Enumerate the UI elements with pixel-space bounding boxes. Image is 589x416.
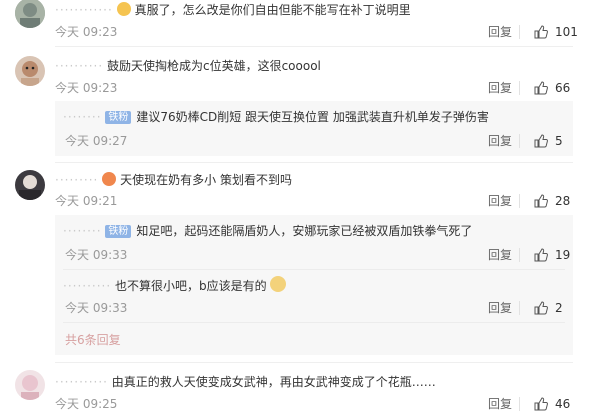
divider: [519, 301, 520, 315]
username[interactable]: ········: [63, 224, 102, 238]
thumbs-up-icon: [534, 248, 548, 262]
reply-button[interactable]: 回复: [488, 134, 512, 148]
comment-text: ··········· 由真正的救人天使变成女武神，再由女武神变成了个花瓶……: [55, 374, 436, 390]
username[interactable]: ········: [63, 110, 102, 124]
username[interactable]: ··········: [55, 59, 103, 73]
username[interactable]: ············: [55, 3, 113, 17]
sub-reply-body: 也不算很小吧，b应该是有的: [114, 279, 267, 293]
comment-body: 由真正的救人天使变成女武神，再由女武神变成了个花瓶……: [111, 375, 436, 389]
thumbs-up-icon: [534, 397, 548, 411]
comment-time: 今天 09:23: [55, 81, 118, 95]
sub-reply-time: 今天 09:27: [65, 134, 128, 148]
divider: [55, 362, 573, 363]
sub-reply-text: ········ 铁粉 知足吧，起码还能隔盾奶人，安娜玩家已经被双盾加铁拳气死了: [63, 223, 472, 239]
fan-badge: 铁粉: [105, 111, 132, 124]
sub-reply-text: ········ 铁粉 建议76奶棒CD削短 跟天使互换位置 加强武装直升机单发子…: [63, 109, 489, 125]
reply-button[interactable]: 回复: [488, 397, 512, 411]
comment-body: 鼓励天使掏枪成为c位英雄，这很cooool: [106, 59, 321, 73]
comment-time: 今天 09:23: [55, 25, 118, 39]
sub-reply-body: 建议76奶棒CD削短 跟天使互换位置 加强武装直升机单发子弹伤害: [136, 110, 489, 124]
divider: [519, 81, 520, 95]
grimace-emoji: [116, 2, 131, 16]
like-count: 2: [555, 301, 563, 315]
like-count: 101: [555, 25, 578, 39]
like-button[interactable]: 5: [534, 133, 563, 149]
thumbs-up-icon: [534, 301, 548, 315]
username[interactable]: ···········: [55, 375, 108, 389]
comment-body: 天使现在奶有多小 策划看不到吗: [120, 173, 292, 187]
avatar[interactable]: [15, 56, 45, 86]
dog-emoji: [269, 276, 286, 292]
divider: [519, 397, 520, 411]
like-button[interactable]: 19: [534, 247, 570, 263]
like-count: 5: [555, 134, 563, 148]
comment-time: 今天 09:25: [55, 397, 118, 411]
sub-reply-box: ········ 铁粉 建议76奶棒CD削短 跟天使互换位置 加强武装直升机单发子…: [55, 101, 573, 156]
comment-body: 真服了，怎么改是你们自由但能不能写在补丁说明里: [134, 3, 411, 17]
like-button[interactable]: 101: [534, 24, 578, 40]
username[interactable]: ·········: [55, 173, 98, 187]
angry-emoji: [102, 172, 117, 186]
comment-text: ·········· 鼓励天使掏枪成为c位英雄，这很cooool: [55, 58, 321, 74]
sub-reply-box: ········ 铁粉 知足吧，起码还能隔盾奶人，安娜玩家已经被双盾加铁拳气死了 …: [55, 215, 573, 355]
thumbs-up-icon: [534, 81, 548, 95]
reply-button[interactable]: 回复: [488, 301, 512, 315]
like-count: 28: [555, 194, 571, 208]
divider: [55, 162, 573, 163]
more-replies-link[interactable]: 共6条回复: [65, 333, 121, 347]
divider: [55, 46, 573, 47]
like-count: 46: [555, 397, 571, 411]
sub-reply-time: 今天 09:33: [65, 248, 128, 262]
comment-text: ········· 天使现在奶有多小 策划看不到吗: [55, 172, 292, 188]
thumbs-up-icon: [534, 194, 548, 208]
avatar[interactable]: [15, 0, 45, 28]
divider: [519, 194, 520, 208]
thumbs-up-icon: [534, 134, 548, 148]
username[interactable]: ··········: [63, 279, 111, 293]
reply-button[interactable]: 回复: [488, 248, 512, 262]
divider: [63, 269, 565, 270]
like-button[interactable]: 66: [534, 80, 570, 96]
divider: [519, 134, 520, 148]
reply-button[interactable]: 回复: [488, 81, 512, 95]
thumbs-up-icon: [534, 25, 548, 39]
comment-time: 今天 09:21: [55, 194, 118, 208]
reply-button[interactable]: 回复: [488, 194, 512, 208]
sub-reply-text: ·········· 也不算很小吧，b应该是有的: [63, 276, 290, 294]
fan-badge: 铁粉: [105, 225, 132, 238]
comment-text: ············ 真服了，怎么改是你们自由但能不能写在补丁说明里: [55, 2, 411, 18]
like-count: 66: [555, 81, 571, 95]
sub-reply-time: 今天 09:33: [65, 301, 128, 315]
avatar[interactable]: [15, 170, 45, 200]
like-button[interactable]: 28: [534, 193, 570, 209]
divider: [519, 248, 520, 262]
sub-reply-body: 知足吧，起码还能隔盾奶人，安娜玩家已经被双盾加铁拳气死了: [136, 224, 473, 238]
like-button[interactable]: 46: [534, 396, 570, 412]
reply-button[interactable]: 回复: [488, 25, 512, 39]
like-count: 19: [555, 248, 571, 262]
like-button[interactable]: 2: [534, 300, 563, 316]
divider: [63, 322, 565, 323]
divider: [519, 25, 520, 39]
avatar[interactable]: [15, 370, 45, 400]
